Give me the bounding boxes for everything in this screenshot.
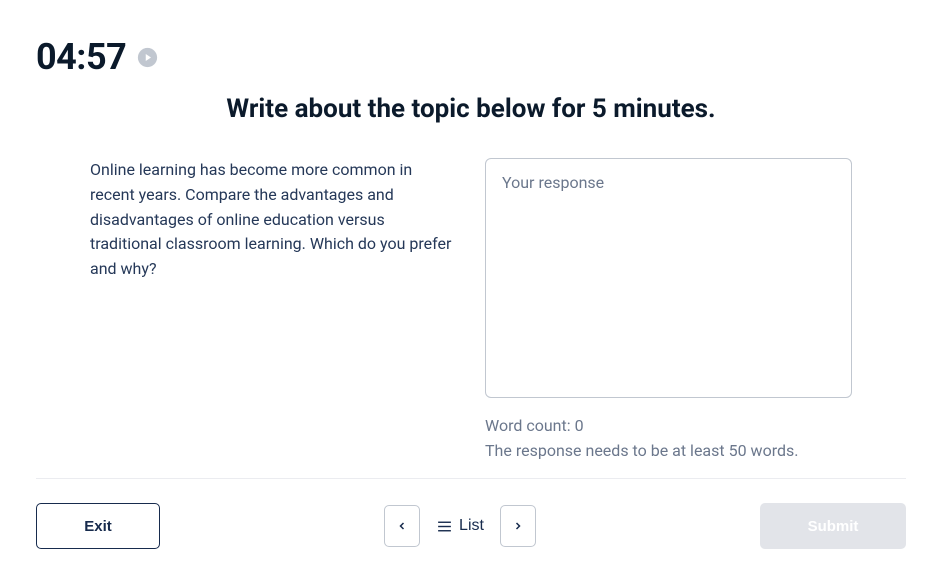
list-button[interactable]: List [434, 517, 486, 535]
footer-bar: Exit List Submit [36, 478, 906, 549]
timer-row: 04:57 [36, 36, 906, 78]
chevron-right-icon [512, 518, 524, 534]
prev-button[interactable] [384, 505, 420, 547]
word-count-label: Word count: 0 [485, 416, 852, 435]
list-icon [436, 518, 453, 535]
submit-button[interactable]: Submit [760, 503, 906, 549]
timer-display: 04:57 [36, 36, 126, 78]
list-label: List [459, 517, 484, 535]
play-icon[interactable] [136, 46, 158, 68]
nav-group: List [384, 505, 536, 547]
min-words-label: The response needs to be at least 50 wor… [485, 441, 852, 460]
prompt-text: Online learning has become more common i… [90, 158, 457, 282]
instruction-heading: Write about the topic below for 5 minute… [36, 94, 906, 124]
response-textarea[interactable] [485, 158, 852, 398]
exit-button[interactable]: Exit [36, 503, 160, 549]
next-button[interactable] [500, 505, 536, 547]
chevron-left-icon [396, 518, 408, 534]
